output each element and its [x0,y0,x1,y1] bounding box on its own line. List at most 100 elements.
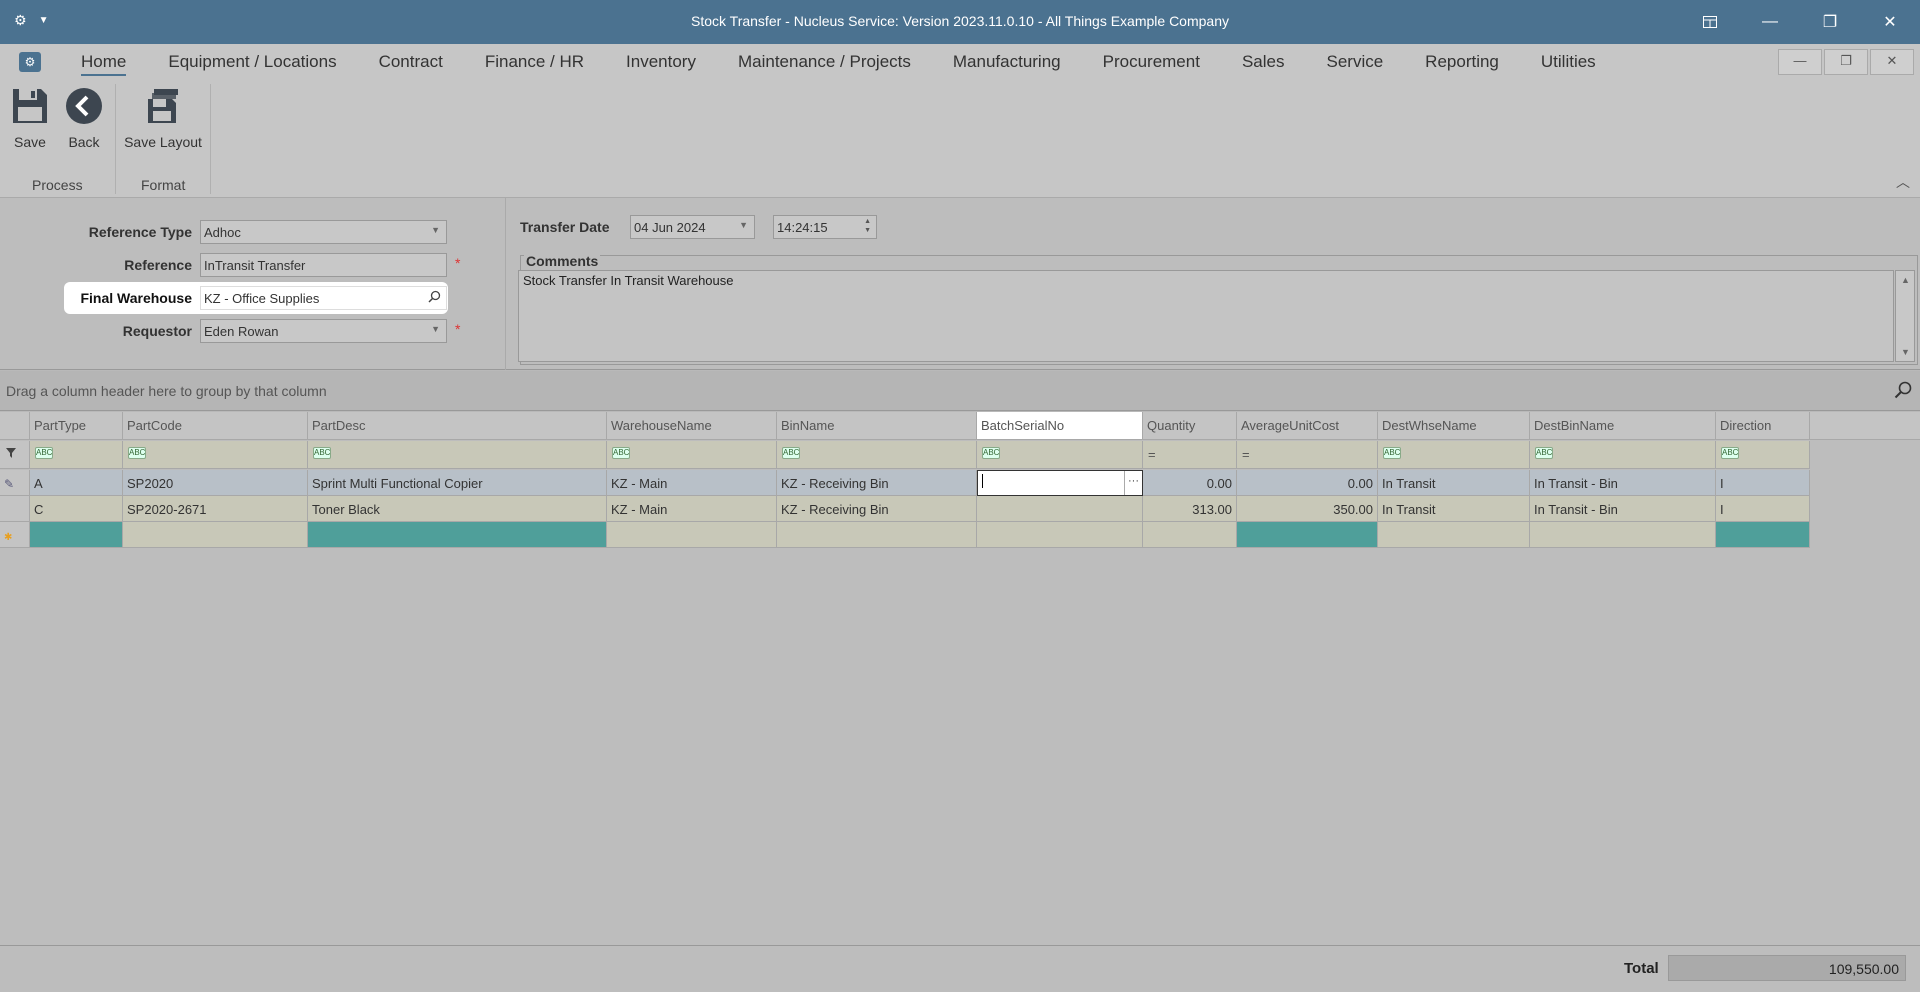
cell-direction[interactable]: I [1716,470,1810,496]
mdi-restore-button[interactable]: ❐ [1824,49,1868,75]
save-layout-button[interactable]: Save Layout [122,86,204,150]
tab-manufacturing[interactable]: Manufacturing [932,52,1082,78]
cell-binname[interactable]: KZ - Receiving Bin [777,496,977,522]
new-cell-destwhsename[interactable] [1378,522,1530,548]
reference-label: Reference [124,257,192,273]
cell-partdesc[interactable]: Toner Black [308,496,607,522]
column-header-averageunitcost[interactable]: AverageUnitCost [1237,412,1378,440]
close-button[interactable]: ✕ [1860,0,1920,44]
cell-direction[interactable]: I [1716,496,1810,522]
reference-input[interactable]: InTransit Transfer [200,253,447,277]
filter-cell-quantity[interactable]: = [1143,441,1237,469]
ellipsis-button[interactable]: ··· [1124,471,1142,495]
spin-arrows-icon[interactable]: ▲ ▼ [864,217,871,235]
tab-maintenance-projects[interactable]: Maintenance / Projects [717,52,932,78]
column-header-partdesc[interactable]: PartDesc [308,412,607,440]
tab-home[interactable]: Home [60,52,147,78]
cell-parttype[interactable]: C [30,496,123,522]
new-cell-quantity[interactable] [1143,522,1237,548]
filter-cell-batchserialno[interactable]: ABC [977,441,1143,469]
column-header-parttype[interactable]: PartType [30,412,123,440]
new-cell-batchserialno[interactable] [977,522,1143,548]
cell-averageunitcost[interactable]: 0.00 [1237,470,1378,496]
tab-reporting[interactable]: Reporting [1404,52,1520,78]
layout-icon[interactable] [1680,0,1740,44]
table-row[interactable]: C SP2020-2671 Toner Black KZ - Main KZ - Rec… [0,496,1920,522]
cell-batchserialno[interactable] [977,496,1143,522]
filter-cell-partdesc[interactable]: ABC [308,441,607,469]
cell-partcode[interactable]: SP2020 [123,470,308,496]
filter-cell-binname[interactable]: ABC [777,441,977,469]
new-cell-direction[interactable] [1716,522,1810,548]
column-header-destbinname[interactable]: DestBinName [1530,412,1716,440]
cell-parttype[interactable]: A [30,470,123,496]
cell-partcode[interactable]: SP2020-2671 [123,496,308,522]
scroll-down-icon[interactable]: ▼ [1901,347,1910,357]
filter-cell-averageunitcost[interactable]: = [1237,441,1378,469]
filter-cell-destbinname[interactable]: ABC [1530,441,1716,469]
tab-utilities[interactable]: Utilities [1520,52,1617,78]
text-filter-icon: ABC [1383,447,1401,459]
group-panel[interactable]: Drag a column header here to group by th… [0,371,1920,411]
tab-inventory[interactable]: Inventory [605,52,717,78]
reference-type-dropdown[interactable]: Adhoc ▼ [200,220,447,244]
table-row[interactable]: ✎ A SP2020 Sprint Multi Functional Copier KZ… [0,470,1920,496]
cell-averageunitcost[interactable]: 350.00 [1237,496,1378,522]
cell-destbinname[interactable]: In Transit - Bin [1530,496,1716,522]
transfer-date-picker[interactable]: 04 Jun 2024 ▼ [630,215,755,239]
restore-button[interactable]: ❐ [1800,0,1860,44]
column-header-quantity[interactable]: Quantity [1143,412,1237,440]
requestor-dropdown[interactable]: Eden Rowan ▼ [200,319,447,343]
cell-destwhsename[interactable]: In Transit [1378,496,1530,522]
comments-textarea[interactable]: Stock Transfer In Transit Warehouse [518,270,1894,362]
column-header-destwhsename[interactable]: DestWhseName [1378,412,1530,440]
filter-cell-direction[interactable]: ABC [1716,441,1810,469]
new-cell-parttype[interactable] [30,522,123,548]
app-menu-button[interactable]: ⚙ [19,52,41,72]
tab-equipment-locations[interactable]: Equipment / Locations [147,52,357,78]
column-header-direction[interactable]: Direction [1716,412,1810,440]
comments-scrollbar[interactable]: ▲ ▼ [1895,270,1915,362]
tab-procurement[interactable]: Procurement [1082,52,1221,78]
cell-warehousename[interactable]: KZ - Main [607,496,777,522]
collapse-ribbon-icon[interactable]: ︿ [1896,172,1910,192]
tab-finance-hr[interactable]: Finance / HR [464,52,605,78]
column-header-batchserialno[interactable]: BatchSerialNo [977,412,1143,440]
new-cell-destbinname[interactable] [1530,522,1716,548]
cell-warehousename[interactable]: KZ - Main [607,470,777,496]
search-icon[interactable] [428,290,441,306]
tab-contract[interactable]: Contract [358,52,464,78]
mdi-minimize-button[interactable]: — [1778,49,1822,75]
new-item-row[interactable]: ✱ [0,522,1920,548]
filter-cell-warehousename[interactable]: ABC [607,441,777,469]
filter-cell-parttype[interactable]: ABC [30,441,123,469]
minimize-button[interactable]: — [1740,0,1800,44]
new-cell-binname[interactable] [777,522,977,548]
new-cell-partcode[interactable] [123,522,308,548]
new-cell-warehousename[interactable] [607,522,777,548]
cell-destbinname[interactable]: In Transit - Bin [1530,470,1716,496]
batch-serial-input[interactable]: ··· [977,470,1143,496]
new-cell-averageunitcost[interactable] [1237,522,1378,548]
tab-sales[interactable]: Sales [1221,52,1306,78]
cell-quantity[interactable]: 313.00 [1143,496,1237,522]
cell-quantity[interactable]: 0.00 [1143,470,1237,496]
mdi-close-button[interactable]: ✕ [1870,49,1914,75]
final-warehouse-input[interactable]: KZ - Office Supplies [200,286,447,310]
back-button[interactable]: Back [64,86,104,150]
column-header-warehousename[interactable]: WarehouseName [607,412,777,440]
filter-cell-partcode[interactable]: ABC [123,441,308,469]
filter-cell-destwhsename[interactable]: ABC [1378,441,1530,469]
column-header-partcode[interactable]: PartCode [123,412,308,440]
cell-partdesc[interactable]: Sprint Multi Functional Copier [308,470,607,496]
transfer-time-spinner[interactable]: 14:24:15 ▲ ▼ [773,215,877,239]
cell-binname[interactable]: KZ - Receiving Bin [777,470,977,496]
cell-destwhsename[interactable]: In Transit [1378,470,1530,496]
scroll-up-icon[interactable]: ▲ [1901,275,1910,285]
new-cell-partdesc[interactable] [308,522,607,548]
search-icon[interactable] [1894,381,1912,402]
equals-operator-icon: = [1242,447,1250,462]
save-button[interactable]: Save [10,86,50,150]
column-header-binname[interactable]: BinName [777,412,977,440]
tab-service[interactable]: Service [1305,52,1404,78]
